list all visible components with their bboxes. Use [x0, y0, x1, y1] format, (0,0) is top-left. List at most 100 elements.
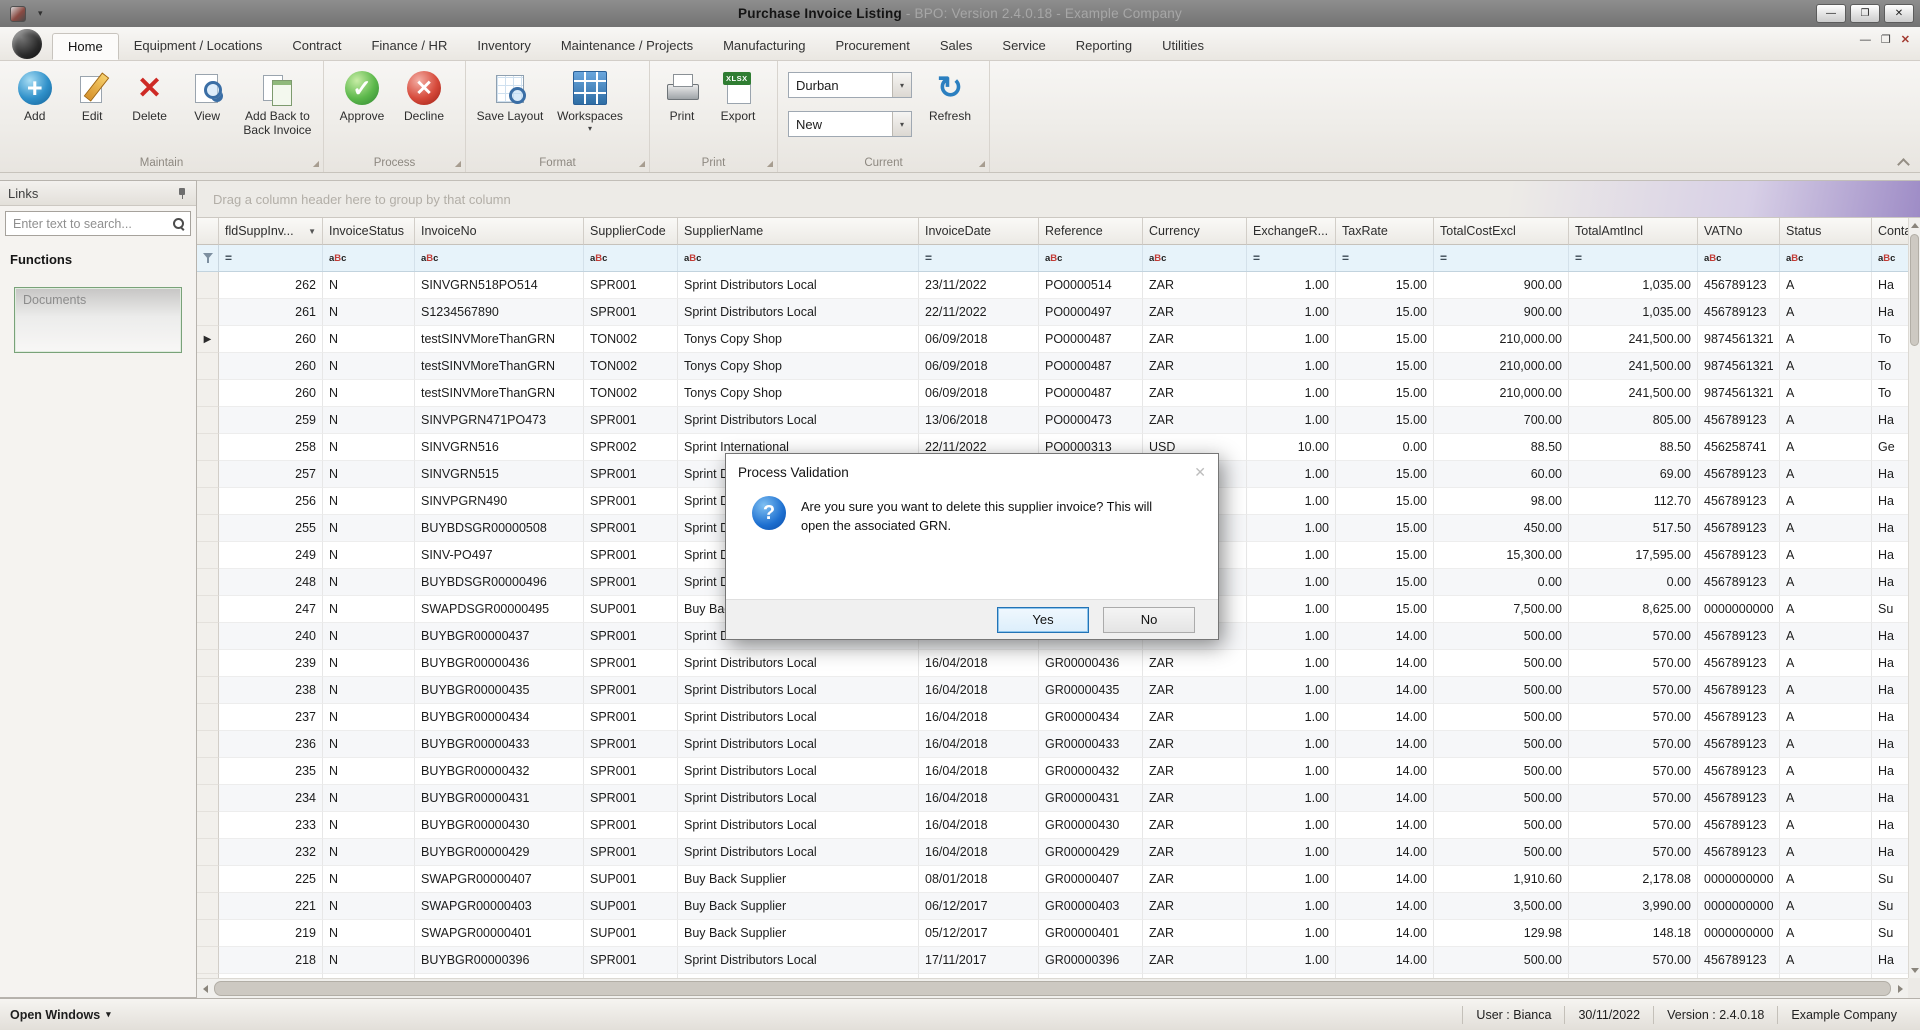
grid-cell-supplierName[interactable]: Sprint Distributors Local — [678, 704, 919, 731]
grid-cell-invoiceDate[interactable]: 16/04/2018 — [919, 758, 1039, 785]
grid-cell-fldSuppInv[interactable]: 262 — [219, 272, 323, 299]
grid-cell-currency[interactable]: ZAR — [1143, 920, 1247, 947]
grid-cell-status[interactable]: A — [1780, 920, 1872, 947]
grid-cell-exchangeRate[interactable]: 1.00 — [1247, 758, 1336, 785]
grid-row[interactable]: 260NtestSINVMoreThanGRNTON002Tonys Copy … — [197, 353, 1908, 380]
grid-row[interactable]: 261NS1234567890SPR001Sprint Distributors… — [197, 299, 1908, 326]
grid-cell-vatNo[interactable]: 0000000000 — [1698, 920, 1780, 947]
grid-cell-contact[interactable]: Ha — [1872, 650, 1908, 677]
grid-cell-currency[interactable]: ZAR — [1143, 677, 1247, 704]
grid-cell-taxRate[interactable]: 15.00 — [1336, 515, 1434, 542]
grid-row[interactable]: 219NSWAPGR00000401SUP001Buy Back Supplie… — [197, 920, 1908, 947]
grid-cell-totalAmtIncl[interactable]: 570.00 — [1569, 839, 1698, 866]
grid-cell-status[interactable]: A — [1780, 272, 1872, 299]
grid-filter-cell-invoiceStatus[interactable]: aBc — [323, 245, 415, 271]
grid-cell-invoiceNo[interactable]: BUYBGR00000429 — [415, 839, 584, 866]
grid-cell-currency[interactable]: ZAR — [1143, 272, 1247, 299]
grid-cell-invoiceNo[interactable]: SINVPGRN471PO473 — [415, 407, 584, 434]
grid-cell-contact[interactable]: Su — [1872, 596, 1908, 623]
grid-cell-taxRate[interactable]: 15.00 — [1336, 353, 1434, 380]
grid-cell-supplierName[interactable]: Buy Back Supplier — [678, 866, 919, 893]
grid-cell-contact[interactable]: Ha — [1872, 704, 1908, 731]
grid-cell-reference[interactable]: GR00000433 — [1039, 731, 1143, 758]
grid-cell-totalCostExcl[interactable]: 500.00 — [1434, 758, 1569, 785]
grid-cell-invoiceNo[interactable]: testSINVMoreThanGRN — [415, 326, 584, 353]
grid-cell-supplierCode[interactable]: SPR001 — [584, 947, 678, 974]
grid-cell-invoiceNo[interactable]: S1234567890 — [415, 299, 584, 326]
grid-cell-exchangeRate[interactable]: 1.00 — [1247, 326, 1336, 353]
grid-cell-contact[interactable]: Ha — [1872, 677, 1908, 704]
grid-cell-status[interactable]: A — [1780, 947, 1872, 974]
grid-cell-taxRate[interactable]: 14.00 — [1336, 893, 1434, 920]
grid-cell-status[interactable]: A — [1780, 461, 1872, 488]
grid-cell-status[interactable]: A — [1780, 812, 1872, 839]
grid-cell-fldSuppInv[interactable]: 234 — [219, 785, 323, 812]
grid-cell-totalAmtIncl[interactable]: 570.00 — [1569, 785, 1698, 812]
grid-column-header-supplierName[interactable]: SupplierName — [678, 218, 919, 245]
grid-cell-fldSuppInv[interactable]: 239 — [219, 650, 323, 677]
grid-row[interactable]: 218NBUYBGR00000396SPR001Sprint Distribut… — [197, 947, 1908, 974]
grid-cell-taxRate[interactable]: 15.00 — [1336, 461, 1434, 488]
grid-cell-supplierCode[interactable]: SPR001 — [584, 623, 678, 650]
grid-cell-fldSuppInv[interactable]: 240 — [219, 623, 323, 650]
grid-cell-status[interactable]: A — [1780, 569, 1872, 596]
grid-cell-totalAmtIncl[interactable]: 570.00 — [1569, 650, 1698, 677]
grid-cell-reference[interactable]: PO0000487 — [1039, 326, 1143, 353]
grid-cell-currency[interactable]: ZAR — [1143, 407, 1247, 434]
grid-cell-invoiceStatus[interactable]: N — [323, 434, 415, 461]
grid-row[interactable]: 225NSWAPGR00000407SUP001Buy Back Supplie… — [197, 866, 1908, 893]
scroll-right-arrow[interactable] — [1892, 979, 1908, 998]
grid-cell-status[interactable]: A — [1780, 515, 1872, 542]
grid-cell-taxRate[interactable]: 15.00 — [1336, 326, 1434, 353]
grid-cell-invoiceDate[interactable]: 06/09/2018 — [919, 353, 1039, 380]
grid-cell-fldSuppInv[interactable]: 258 — [219, 434, 323, 461]
grid-cell-vatNo[interactable]: 456789123 — [1698, 461, 1780, 488]
tab-inventory[interactable]: Inventory — [462, 33, 545, 60]
grid-cell-supplierCode[interactable]: SPR001 — [584, 299, 678, 326]
grid-column-header-invoiceNo[interactable]: InvoiceNo — [415, 218, 584, 245]
grid-cell-invoiceNo[interactable]: SWAPGR00000403 — [415, 893, 584, 920]
grid-cell-supplierCode[interactable]: SPR001 — [584, 677, 678, 704]
grid-cell-vatNo[interactable]: 9874561321 — [1698, 353, 1780, 380]
grid-cell-totalAmtIncl[interactable]: 0.00 — [1569, 569, 1698, 596]
grid-row[interactable]: 221NSWAPGR00000403SUP001Buy Back Supplie… — [197, 893, 1908, 920]
grid-cell-supplierName[interactable]: Sprint Distributors Local — [678, 272, 919, 299]
grid-row[interactable]: 233NBUYBGR00000430SPR001Sprint Distribut… — [197, 812, 1908, 839]
grid-cell-vatNo[interactable]: 0000000000 — [1698, 866, 1780, 893]
grid-row[interactable]: 232NBUYBGR00000429SPR001Sprint Distribut… — [197, 839, 1908, 866]
grid-cell-totalCostExcl[interactable]: 450.00 — [1434, 515, 1569, 542]
grid-cell-exchangeRate[interactable]: 1.00 — [1247, 866, 1336, 893]
tab-equipment-locations[interactable]: Equipment / Locations — [119, 33, 278, 60]
grid-cell-vatNo[interactable]: 456789123 — [1698, 677, 1780, 704]
grid-cell-invoiceStatus[interactable]: N — [323, 542, 415, 569]
grid-cell-totalCostExcl[interactable]: 500.00 — [1434, 947, 1569, 974]
tab-manufacturing[interactable]: Manufacturing — [708, 33, 820, 60]
grid-cell-supplierCode[interactable]: SPR001 — [584, 461, 678, 488]
minimize-icon[interactable]: — — [1816, 4, 1846, 23]
grid-cell-supplierName[interactable]: Sprint Distributors Local — [678, 650, 919, 677]
grid-cell-supplierCode[interactable]: SPR001 — [584, 272, 678, 299]
grid-cell-supplierCode[interactable]: SPR001 — [584, 812, 678, 839]
grid-cell-invoiceStatus[interactable]: N — [323, 920, 415, 947]
grid-cell-totalAmtIncl[interactable]: 3,990.00 — [1569, 893, 1698, 920]
grid-cell-invoiceStatus[interactable]: N — [323, 839, 415, 866]
grid-cell-invoiceNo[interactable]: SWAPGR00000407 — [415, 866, 584, 893]
grid-cell-supplierCode[interactable]: SPR001 — [584, 785, 678, 812]
grid-cell-invoiceNo[interactable]: BUYBGR00000396 — [415, 947, 584, 974]
grid-cell-totalAmtIncl[interactable]: 148.18 — [1569, 920, 1698, 947]
grid-filter-cell-invoiceDate[interactable]: = — [919, 245, 1039, 271]
grid-cell-reference[interactable]: GR00000435 — [1039, 677, 1143, 704]
grid-cell-taxRate[interactable]: 15.00 — [1336, 380, 1434, 407]
grid-cell-invoiceDate[interactable]: 16/04/2018 — [919, 812, 1039, 839]
grid-cell-supplierName[interactable]: Sprint Distributors Local — [678, 947, 919, 974]
export-button[interactable]: Export — [708, 69, 768, 123]
grid-cell-invoiceStatus[interactable]: N — [323, 461, 415, 488]
grid-cell-contact[interactable]: Ha — [1872, 947, 1908, 974]
grid-cell-taxRate[interactable]: 14.00 — [1336, 920, 1434, 947]
grid-row[interactable]: 236NBUYBGR00000433SPR001Sprint Distribut… — [197, 731, 1908, 758]
grid-cell-contact[interactable]: Su — [1872, 893, 1908, 920]
group-by-band[interactable]: Drag a column header here to group by th… — [197, 181, 1920, 218]
grid-cell-totalCostExcl[interactable]: 98.00 — [1434, 488, 1569, 515]
grid-cell-supplierCode[interactable]: SPR001 — [584, 569, 678, 596]
grid-cell-currency[interactable]: ZAR — [1143, 839, 1247, 866]
